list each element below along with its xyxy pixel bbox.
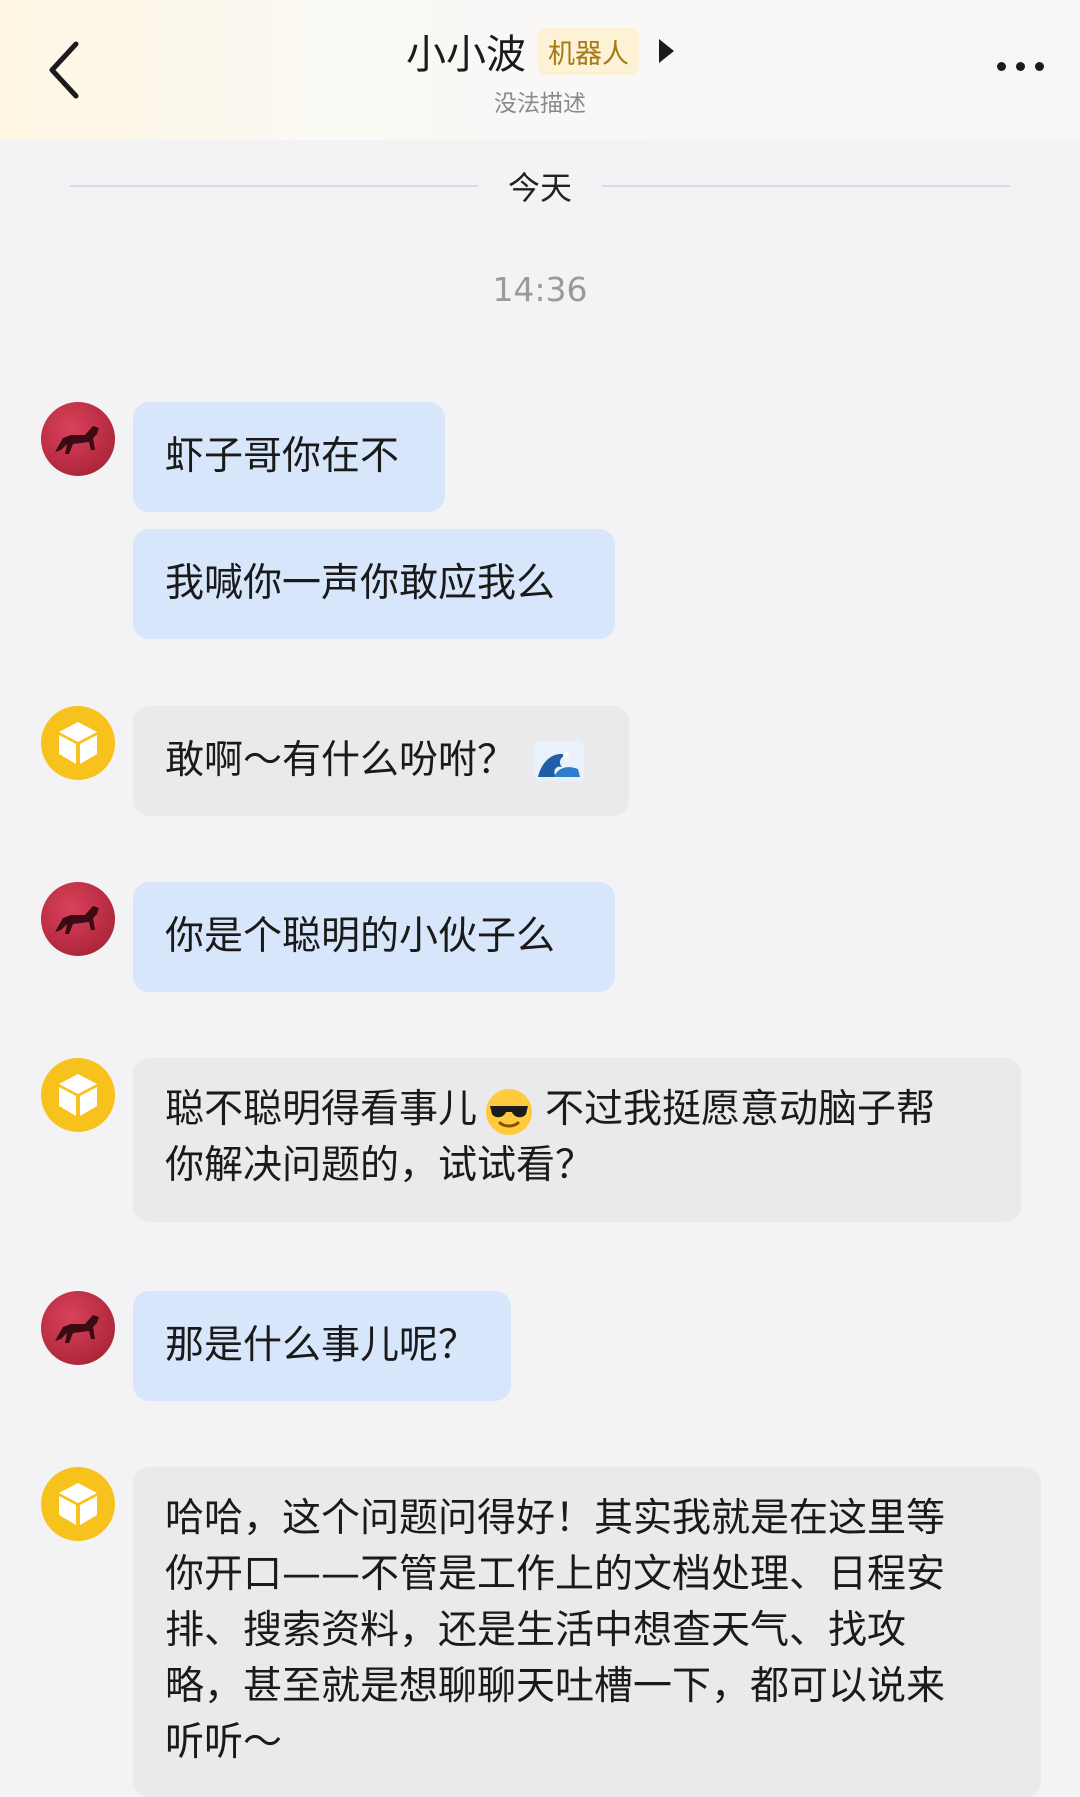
message-line: 略，甚至就是想聊聊天吐槽一下，都可以说来 — [165, 1664, 946, 1709]
message-bubble[interactable]: 虾子哥你在不 — [133, 402, 445, 512]
message-text: 那是什么事儿呢？ — [165, 1323, 478, 1368]
chat-title: 小小波 — [406, 32, 526, 78]
more-dot — [1035, 62, 1044, 71]
message-bubble[interactable]: 聪不聪明得看事儿 不过我挺愿意动脑子帮 你解决问题的，试试看？ — [133, 1058, 1021, 1222]
message-line: 你解决问题的，试试看？ — [165, 1143, 595, 1188]
horse-icon — [55, 1315, 99, 1343]
sunglasses-emoji — [486, 1088, 533, 1135]
bot-avatar[interactable] — [41, 1058, 115, 1132]
message-text: 敢啊～有什么吩咐？ — [165, 738, 517, 783]
date-divider-label: 今天 — [508, 169, 573, 207]
horse-icon — [55, 906, 99, 934]
user-avatar[interactable] — [41, 882, 115, 956]
bot-badge: 机器人 — [538, 27, 639, 75]
message-line: 聪不聪明得看事儿 不过我挺愿意动脑子帮 — [165, 1082, 989, 1138]
divider-line — [70, 185, 478, 187]
more-dot — [997, 62, 1006, 71]
message-line: 你开口——不管是工作上的文档处理、日程安 — [165, 1552, 946, 1597]
message-bubble[interactable]: 敢啊～有什么吩咐？ — [133, 706, 629, 816]
cube-icon — [59, 722, 97, 764]
message-text: 虾子哥你在不 — [165, 434, 400, 479]
message-timestamp: 14:36 — [492, 270, 588, 309]
cube-icon — [59, 1483, 97, 1525]
caret-right-icon — [659, 39, 674, 63]
message-bubble[interactable]: 哈哈，这个问题问得好！其实我就是在这里等 你开口——不管是工作上的文档处理、日程… — [133, 1467, 1041, 1797]
message-bubble[interactable]: 那是什么事儿呢？ — [133, 1291, 511, 1401]
date-divider: 今天 — [70, 158, 1011, 214]
wave-emoji — [534, 741, 585, 781]
message-line: 排、搜索资料，还是生活中想查天气、找攻 — [165, 1608, 907, 1653]
divider-line — [602, 185, 1011, 187]
message-text: 聪不聪明得看事儿 — [165, 1087, 478, 1132]
message-line: 听听～ — [165, 1720, 283, 1765]
user-avatar[interactable] — [41, 402, 115, 476]
chat-header: 小小波 机器人 没法描述 — [0, 0, 1080, 140]
bot-avatar[interactable] — [41, 706, 115, 780]
horse-icon — [55, 426, 99, 454]
message-text: 不过我挺愿意动脑子帮 — [545, 1087, 936, 1132]
user-avatar[interactable] — [41, 1291, 115, 1365]
message-line: 哈哈，这个问题问得好！其实我就是在这里等 — [165, 1496, 946, 1541]
message-bubble[interactable]: 我喊你一声你敢应我么 — [133, 529, 615, 639]
chat-subtitle: 没法描述 — [494, 91, 586, 117]
message-text: 你是个聪明的小伙子么 — [165, 914, 556, 959]
message-bubble[interactable]: 你是个聪明的小伙子么 — [133, 882, 615, 992]
more-button[interactable] — [997, 62, 1044, 71]
bot-avatar[interactable] — [41, 1467, 115, 1541]
cube-icon — [59, 1074, 97, 1116]
more-dot — [1016, 62, 1025, 71]
message-text: 我喊你一声你敢应我么 — [165, 561, 556, 606]
chat-title-area[interactable]: 小小波 机器人 没法描述 — [0, 22, 1080, 118]
